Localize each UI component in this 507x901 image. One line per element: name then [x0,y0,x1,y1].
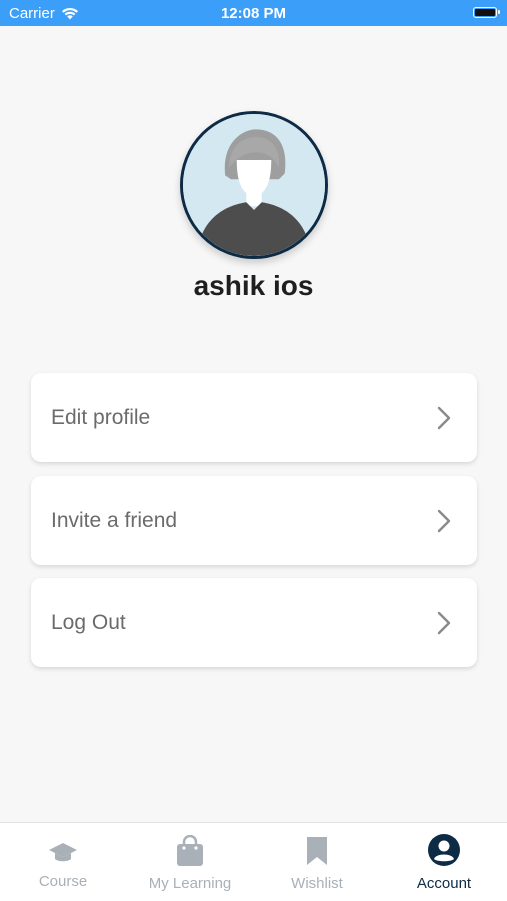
edit-profile-button[interactable]: Edit profile [31,373,477,462]
tab-label: My Learning [148,875,232,892]
avatar[interactable] [180,111,328,259]
status-bar: Carrier 12:08 PM [0,0,507,26]
menu-item-label: Log Out [51,611,126,634]
menu-item-label: Invite a friend [51,509,178,532]
shopping-bag-icon [177,835,203,866]
profile-name: ashik ios [193,270,314,301]
default-user-silhouette-icon [183,114,325,256]
bookmark-icon [307,837,327,865]
tab-label: Account [416,875,472,892]
menu-item-label: Edit profile [51,406,151,429]
bottom-tab-bar: Course My Learning Wishlist Account [0,822,507,901]
log-out-button[interactable]: Log Out [31,578,477,667]
status-time: 12:08 PM [220,5,287,22]
chevron-right-icon [437,509,451,533]
invite-friend-button[interactable]: Invite a friend [31,476,477,565]
battery-icon [473,7,500,18]
tab-course[interactable]: Course [0,823,126,901]
tab-label: Course [38,873,88,890]
chevron-right-icon [437,611,451,635]
chevron-right-icon [437,406,451,430]
tab-account[interactable]: Account [381,823,507,901]
graduation-cap-icon [49,843,77,862]
tab-my-learning[interactable]: My Learning [127,823,253,901]
account-circle-icon [428,834,460,866]
tab-wishlist[interactable]: Wishlist [254,823,380,901]
tab-label: Wishlist [291,875,343,892]
